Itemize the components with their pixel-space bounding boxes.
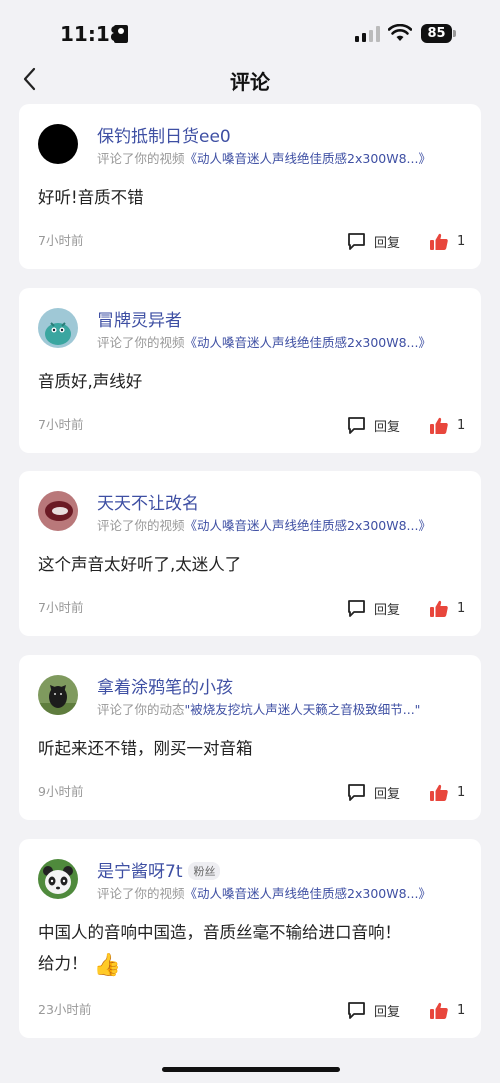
reply-label: 回复 xyxy=(374,1004,401,1020)
comment-action: 评论了你的动态 xyxy=(97,702,185,717)
comment-username[interactable]: 拿着涂鸦笔的小孩 xyxy=(97,673,233,698)
reply-bubble-icon xyxy=(348,233,365,250)
like-count: 1 xyxy=(457,600,466,616)
comment-username[interactable]: 是宁酱呀7t 粉丝 xyxy=(97,857,221,882)
dog-icon xyxy=(38,685,78,715)
comment-subline: 评论了你的视频《动人嗓音迷人声线绝佳质感2x300W8...》 xyxy=(97,883,477,902)
comment-text-line2-text: 给力！ xyxy=(38,954,88,973)
panda-avatar[interactable] xyxy=(38,859,78,899)
comment-time: 7小时前 xyxy=(38,600,84,615)
cellular-signal-icon xyxy=(355,26,380,42)
like-button[interactable]: 1 xyxy=(430,1000,465,1020)
black-circle-avatar[interactable] xyxy=(38,124,78,164)
comment-text: 音质好,声线好 xyxy=(38,372,143,391)
comment-card[interactable]: 保钓抵制日货ee0 评论了你的视频《动人嗓音迷人声线绝佳质感2x300W8...… xyxy=(19,104,481,269)
reply-bubble-icon xyxy=(348,1002,365,1019)
reply-label: 回复 xyxy=(374,235,401,251)
comment-username[interactable]: 天天不让改名 xyxy=(97,489,199,514)
like-count: 1 xyxy=(457,233,466,249)
comment-text-line1: 中国人的音响中国造，音质丝毫不输给进口音响！ xyxy=(38,923,401,942)
battery-tip xyxy=(453,30,456,37)
comment-card[interactable]: 拿着涂鸦笔的小孩 评论了你的动态"被烧友挖坑人声迷人天籁之音极致细节..." 听… xyxy=(19,655,481,820)
comment-card[interactable]: 冒牌灵异者 评论了你的视频《动人嗓音迷人声线绝佳质感2x300W8...》 音质… xyxy=(19,288,481,453)
comment-text: 这个声音太好听了,太迷人了 xyxy=(38,555,242,574)
focus-person-icon xyxy=(114,25,128,43)
lips-avatar[interactable] xyxy=(38,491,78,531)
comment-card[interactable]: 是宁酱呀7t 粉丝 评论了你的视频《动人嗓音迷人声线绝佳质感2x300W8...》… xyxy=(19,839,481,1038)
thumbs-up-icon xyxy=(430,417,448,434)
comment-time: 23小时前 xyxy=(38,1002,92,1017)
dog-avatar[interactable] xyxy=(38,675,78,715)
comment-target-link[interactable]: 《动人嗓音迷人声线绝佳质感2x300W8...》 xyxy=(185,151,431,166)
comment-time: 7小时前 xyxy=(38,417,84,432)
comment-action: 评论了你的视频 xyxy=(97,886,185,901)
thumbs-up-icon xyxy=(430,600,448,617)
like-button[interactable]: 1 xyxy=(430,231,465,251)
like-count: 1 xyxy=(457,417,466,433)
comment-time: 9小时前 xyxy=(38,784,84,799)
reply-bubble-icon xyxy=(348,600,365,617)
reply-button[interactable]: 回复 xyxy=(347,598,400,618)
comment-target-link[interactable]: 《动人嗓音迷人声线绝佳质感2x300W8...》 xyxy=(185,518,431,533)
reply-button[interactable]: 回复 xyxy=(347,231,400,251)
comment-target-link[interactable]: 《动人嗓音迷人声线绝佳质感2x300W8...》 xyxy=(185,886,431,901)
like-button[interactable]: 1 xyxy=(430,415,465,435)
comment-text: 中国人的音响中国造，音质丝毫不输给进口音响！ 给力！ 👍 xyxy=(38,917,468,981)
thumbs-up-icon xyxy=(430,1002,448,1019)
comment-subline: 评论了你的视频《动人嗓音迷人声线绝佳质感2x300W8...》 xyxy=(97,332,477,351)
comment-username[interactable]: 冒牌灵异者 xyxy=(97,306,182,331)
thumbs-up-icon xyxy=(430,233,448,250)
reply-button[interactable]: 回复 xyxy=(347,782,400,802)
thumbs-up-icon xyxy=(430,784,448,801)
comment-card[interactable]: 天天不让改名 评论了你的视频《动人嗓音迷人声线绝佳质感2x300W8...》 这… xyxy=(19,471,481,636)
fan-badge: 粉丝 xyxy=(188,862,221,880)
comment-subline: 评论了你的视频《动人嗓音迷人声线绝佳质感2x300W8...》 xyxy=(97,148,477,167)
like-button[interactable]: 1 xyxy=(430,598,465,618)
status-bar: 11:18 85 xyxy=(0,0,500,62)
teal-creature-icon xyxy=(45,322,71,345)
like-count: 1 xyxy=(457,784,466,800)
panda-icon xyxy=(43,866,73,894)
lips-icon xyxy=(45,501,73,521)
wifi-icon xyxy=(388,24,412,41)
comment-time: 7小时前 xyxy=(38,233,84,248)
comment-subline: 评论了你的视频《动人嗓音迷人声线绝佳质感2x300W8...》 xyxy=(97,515,477,534)
battery-indicator: 85 xyxy=(421,24,452,43)
comment-target-link[interactable]: 《动人嗓音迷人声线绝佳质感2x300W8...》 xyxy=(185,335,431,350)
comment-subline: 评论了你的动态"被烧友挖坑人声迷人天籁之音极致细节..." xyxy=(97,699,477,718)
page-title: 评论 xyxy=(230,70,270,94)
comment-action: 评论了你的视频 xyxy=(97,518,185,533)
reply-button[interactable]: 回复 xyxy=(347,415,400,435)
home-indicator[interactable] xyxy=(162,1067,340,1072)
reply-bubble-icon xyxy=(348,417,365,434)
reply-label: 回复 xyxy=(374,786,401,802)
comment-text: 好听!音质不错 xyxy=(38,188,144,207)
comment-text: 听起来还不错，刚买一对音箱 xyxy=(38,739,253,758)
comment-action: 评论了你的视频 xyxy=(97,335,185,350)
reply-label: 回复 xyxy=(374,602,401,618)
reply-bubble-icon xyxy=(348,784,365,801)
reply-label: 回复 xyxy=(374,419,401,435)
like-count: 1 xyxy=(457,1002,466,1018)
teal-creature-avatar[interactable] xyxy=(38,308,78,348)
thumbs-up-emoji-icon: 👍 xyxy=(93,953,121,978)
comment-target-link[interactable]: "被烧友挖坑人声迷人天籁之音极致细节..." xyxy=(185,702,421,717)
comment-text-line2: 给力！ 👍 xyxy=(38,948,468,981)
reply-button[interactable]: 回复 xyxy=(347,1000,400,1020)
nav-bar: 评论 xyxy=(0,62,500,96)
like-button[interactable]: 1 xyxy=(430,782,465,802)
comment-username[interactable]: 保钓抵制日货ee0 xyxy=(97,122,231,147)
comment-username-text[interactable]: 是宁酱呀7t xyxy=(97,862,182,882)
comment-action: 评论了你的视频 xyxy=(97,151,185,166)
